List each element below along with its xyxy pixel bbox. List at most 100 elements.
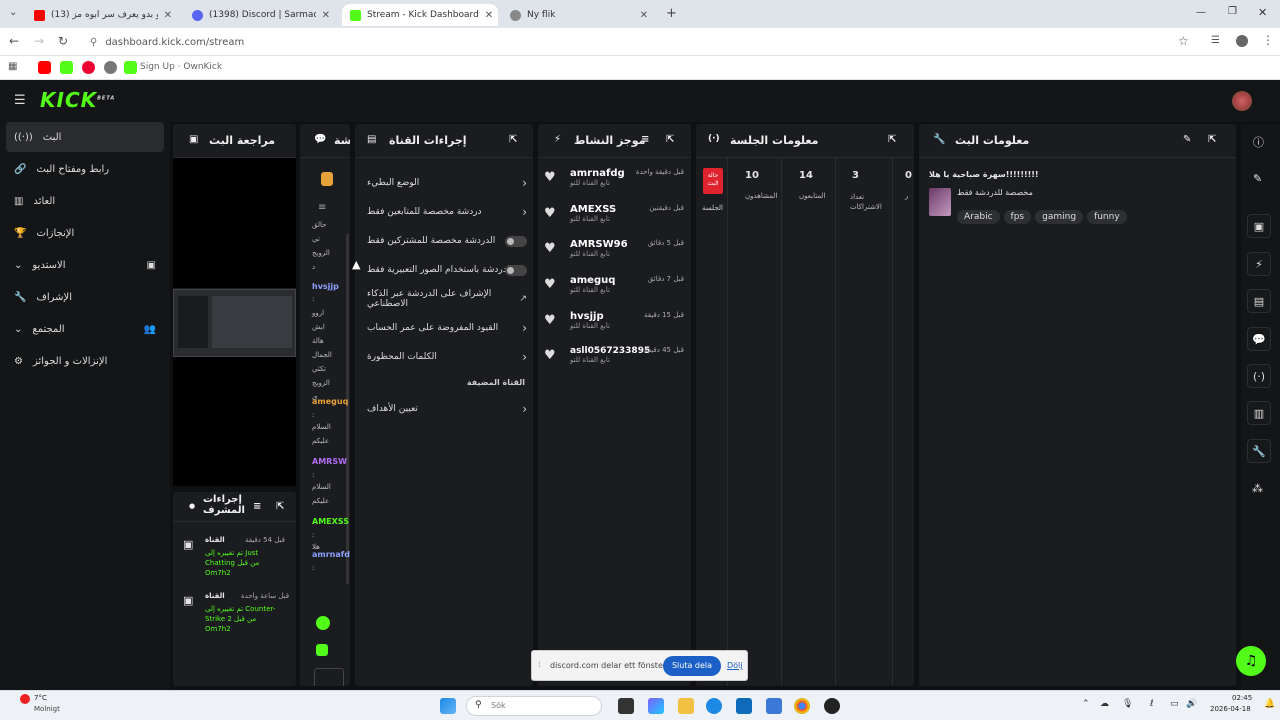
sidebar-item-achievements[interactable]: 🏆 الإنجازات: [6, 218, 164, 248]
mic-icon[interactable]: 🎙: [1122, 699, 1133, 709]
sidebar-item-community[interactable]: ⌄ المجتمع 👥: [6, 314, 164, 344]
keyboard-icon[interactable]: ℓ: [1150, 699, 1154, 709]
video-preview[interactable]: [173, 289, 296, 357]
notifications-icon[interactable]: 🔔: [1264, 699, 1275, 709]
menu-icon[interactable]: ⋮: [1262, 33, 1274, 47]
popout-icon[interactable]: ⇱: [509, 134, 517, 145]
tab-youtube[interactable]: (13) بتمعو بدو يعرف سر أبوه مز ✕: [26, 4, 180, 26]
store-icon[interactable]: [736, 698, 752, 714]
action-subscribers-only[interactable]: الدردشة مخصصة للمشتركين فقط: [367, 230, 527, 252]
sidebar-item-stream[interactable]: ((·)) البث: [6, 122, 164, 152]
search-field[interactable]: ⚲ Sök: [466, 696, 602, 716]
new-tab-icon[interactable]: +: [666, 6, 677, 21]
filter-icon[interactable]: ≡: [253, 501, 261, 512]
bookmark-signup[interactable]: Sign Up · OwnKick: [140, 62, 222, 72]
maximize-icon[interactable]: ❐: [1228, 6, 1237, 17]
tag-chip[interactable]: funny: [1087, 210, 1127, 224]
network-icon[interactable]: ☁: [1100, 699, 1109, 709]
chat-username[interactable]: AMRSW: [312, 456, 348, 467]
drag-handle-icon[interactable]: ⁞: [538, 660, 541, 669]
subscribers-only-toggle[interactable]: [505, 235, 527, 247]
back-icon[interactable]: ←: [9, 34, 19, 48]
tag-chip[interactable]: Arabic: [957, 210, 1000, 224]
close-icon[interactable]: ✕: [164, 10, 172, 21]
panel-toggle-chat-icon[interactable]: 💬: [1247, 327, 1271, 351]
popout-icon[interactable]: ⇱: [888, 134, 896, 145]
kick-logo[interactable]: KICKBETA: [40, 88, 115, 112]
sidebar-item-stream-key[interactable]: 🔗 رابط ومفتاح البث: [6, 154, 164, 184]
outlook-icon[interactable]: [766, 698, 782, 714]
hide-toast-link[interactable]: Dölj: [727, 661, 743, 670]
tab-kick-dashboard[interactable]: Stream - Kick Dashboard ✕: [342, 4, 498, 26]
action-emotes-only[interactable]: الدردشة باستخدام الصور التعبيرية فقط: [367, 259, 527, 281]
minimize-icon[interactable]: —: [1196, 7, 1206, 18]
profile-avatar[interactable]: [1236, 35, 1248, 47]
sidebar-item-studio[interactable]: ⌄ الاستديو ▣: [6, 250, 164, 280]
close-window-icon[interactable]: ✕: [1258, 6, 1267, 19]
panel-toggle-activity-icon[interactable]: ⚡: [1247, 252, 1271, 276]
action-banned-words[interactable]: الكلمات المحظورة ›: [367, 346, 527, 368]
file-explorer-icon[interactable]: [678, 698, 694, 714]
popout-icon[interactable]: ⇱: [276, 501, 284, 512]
info-icon[interactable]: ⓘ: [1253, 134, 1264, 150]
close-icon[interactable]: ✕: [322, 10, 330, 21]
emote-icon[interactable]: [316, 616, 330, 630]
popout-icon[interactable]: ⇱: [666, 134, 674, 145]
help-button[interactable]: ♫: [1236, 646, 1266, 676]
forward-icon[interactable]: →: [34, 34, 44, 48]
site-info-icon[interactable]: ⚲: [90, 37, 97, 48]
ownkick-icon[interactable]: [124, 61, 137, 74]
copilot-icon[interactable]: [648, 698, 664, 714]
windows-start-icon[interactable]: [440, 698, 456, 714]
panel-toggle-preview-icon[interactable]: ▣: [1247, 214, 1271, 238]
filter-icon[interactable]: ≡: [318, 202, 326, 213]
close-icon[interactable]: ✕: [485, 10, 493, 21]
chat-input[interactable]: [314, 668, 344, 686]
edit-icon[interactable]: ✎: [1183, 134, 1191, 145]
user-avatar[interactable]: [1232, 91, 1252, 111]
action-ai-moderation[interactable]: الإشراف على الدردشة عبر الذكاء الاصطناعي…: [367, 288, 527, 310]
volume-icon[interactable]: 🔊: [1186, 699, 1197, 709]
display-icon[interactable]: ▭: [1170, 699, 1179, 709]
chat-username[interactable]: hvsjjp: [312, 281, 348, 292]
panel-toggle-session-icon[interactable]: (·): [1247, 364, 1271, 388]
sidebar-item-revenue[interactable]: ▥ العائد: [6, 186, 164, 216]
apps-icon[interactable]: ▦: [8, 61, 17, 72]
chat-username[interactable]: amrnafd: [312, 549, 350, 560]
chat-username[interactable]: ameguq: [312, 396, 348, 407]
sidebar-item-moderation[interactable]: 🔧 الإشراف: [6, 282, 164, 312]
bookmark-icon[interactable]: [104, 61, 117, 74]
popout-icon[interactable]: ⇱: [1208, 134, 1216, 145]
chrome-icon[interactable]: [794, 698, 810, 714]
tag-chip[interactable]: fps: [1003, 210, 1032, 224]
hamburger-icon[interactable]: ☰: [14, 93, 26, 108]
media-icon[interactable]: ☰: [1211, 35, 1220, 46]
bookmark-star-icon[interactable]: ☆: [1178, 34, 1189, 48]
steam-icon[interactable]: [824, 698, 840, 714]
reload-icon[interactable]: ↻: [58, 34, 68, 48]
emotes-only-toggle[interactable]: [505, 264, 527, 276]
panel-toggle-mod-icon[interactable]: ▥: [1247, 401, 1271, 425]
tab-list-icon[interactable]: ⌄: [9, 7, 17, 18]
youtube-bookmark-icon[interactable]: [38, 61, 51, 74]
tab-discord[interactable]: (1398) Discord | Sarmad's ✕: [184, 4, 338, 26]
action-set-goals[interactable]: تعيين الأهداف ›: [367, 398, 527, 420]
close-icon[interactable]: ✕: [640, 10, 648, 21]
tag-chip[interactable]: gaming: [1035, 210, 1084, 224]
more-panels-icon[interactable]: ⁂: [1252, 482, 1263, 495]
chat-username[interactable]: AMEXSS: [312, 516, 349, 527]
tab-new[interactable]: Ny flik ✕: [502, 4, 656, 26]
filter-icon[interactable]: ≡: [641, 134, 649, 145]
bookmark-icon[interactable]: [82, 61, 95, 74]
kick-bookmark-icon[interactable]: [60, 61, 73, 74]
action-followers-only[interactable]: دردشة مخصصة للمتابعين فقط ›: [367, 201, 527, 223]
clock-time[interactable]: 02:45: [1232, 694, 1252, 702]
edit-icon[interactable]: ✎: [1253, 172, 1262, 185]
clock-date[interactable]: 2026-04-18: [1210, 705, 1251, 713]
sidebar-item-drops[interactable]: ⚙ الإنزالات و الجوائز: [6, 346, 164, 376]
task-view-icon[interactable]: [618, 698, 634, 714]
url-field[interactable]: ⚲ dashboard.kick.com/stream: [78, 31, 1206, 53]
emote-icon[interactable]: [316, 644, 328, 656]
action-account-age[interactable]: القيود المفروضة على عمر الحساب ›: [367, 317, 527, 339]
tray-chevron-icon[interactable]: ⌃: [1082, 699, 1090, 709]
